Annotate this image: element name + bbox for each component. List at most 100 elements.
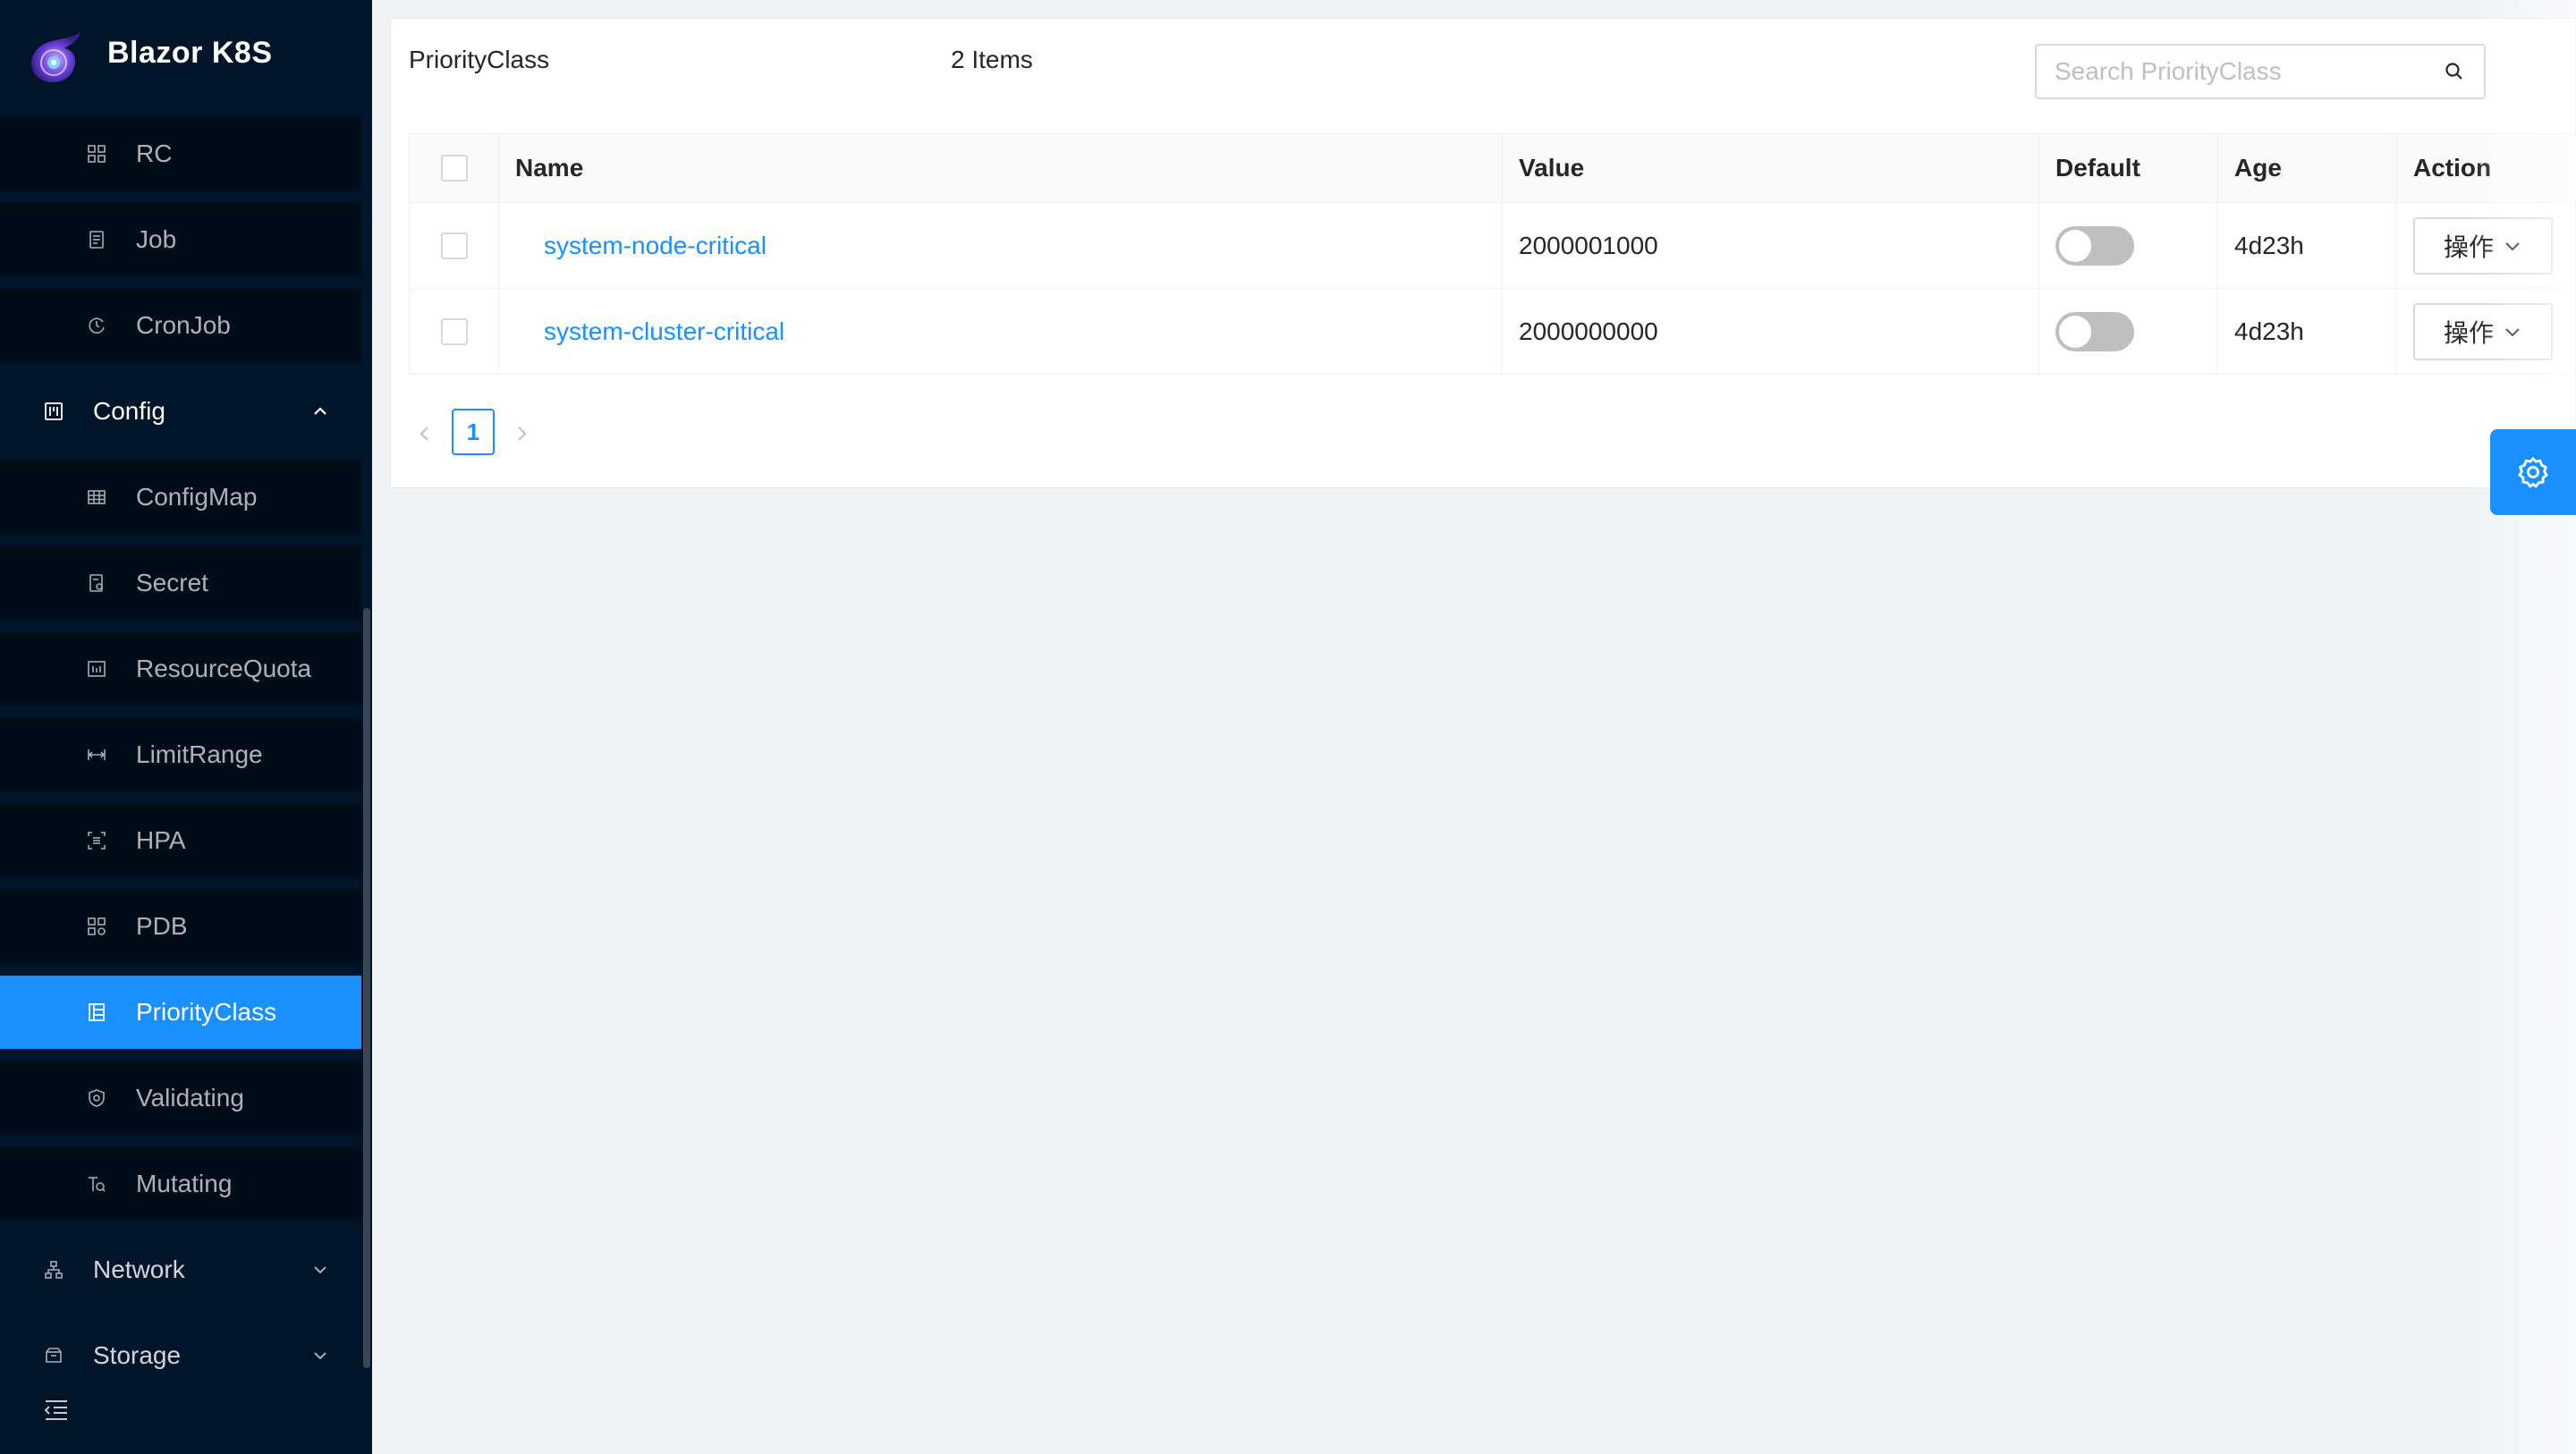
sidebar: Blazor K8S RC Job CronJob Config ConfigM… [0,0,372,1454]
mutate-icon [86,1173,107,1195]
column-header-age[interactable]: Age [2218,134,2397,202]
sidebar-item-pdb[interactable]: PDB [0,890,361,963]
sidebar-item-label: PriorityClass [136,998,277,1026]
clock-icon [86,315,107,336]
row-checkbox-cell [410,203,499,288]
chevron-left-icon[interactable] [412,421,437,446]
priorityclass-table: Name Value Default Age Action system-nod… [409,133,2576,375]
sidebar-item-priorityclass[interactable]: PriorityClass [0,976,361,1049]
default-cell [2039,203,2218,288]
sidebar-item-label: LimitRange [136,740,263,768]
column-header-action: Action [2413,154,2492,182]
column-header-default[interactable]: Default [2039,134,2218,202]
settings-button[interactable] [2490,429,2576,515]
priorityclass-link[interactable]: system-cluster-critical [515,317,784,346]
brand[interactable]: Blazor K8S [0,0,372,114]
column-header-name[interactable]: Name [499,134,1503,202]
age-cell: 4d23h [2218,289,2397,374]
scale-icon [86,830,107,851]
range-icon [86,744,107,765]
sidebar-item-validating[interactable]: Validating [0,1061,361,1135]
sidebar-item-rc[interactable]: RC [0,117,361,190]
page-button-current[interactable]: 1 [452,409,495,455]
sidebar-item-label: Storage [93,1341,182,1369]
page-title: PriorityClass [409,46,550,73]
sidebar-item-label: Network [93,1255,185,1283]
name-cell: system-cluster-critical [499,289,1503,374]
cluster-icon [86,143,107,165]
table-row: system-node-critical 2000001000 4d23h 操作 [410,203,2576,289]
blazor-logo-icon [31,32,80,83]
sidebar-group-storage[interactable]: Storage [0,1319,361,1392]
age-cell: 4d23h [2218,203,2397,288]
default-toggle[interactable] [2055,225,2134,266]
sidebar-item-label: HPA [136,826,186,854]
sidebar-item-label: Validating [136,1084,244,1112]
priorityclass-card: PriorityClass 2 Items Name Value Default… [390,18,2576,488]
table-icon [86,486,107,508]
sidebar-item-mutating[interactable]: Mutating [0,1147,361,1221]
row-checkbox-cell [410,289,499,374]
action-cell: 操作 [2397,203,2576,288]
action-label: 操作 [2443,318,2494,347]
action-cell: 操作 [2397,289,2576,374]
sidebar-group-network[interactable]: Network [0,1233,361,1306]
value-cell: 2000001000 [1503,203,2039,288]
action-dropdown-button[interactable]: 操作 [2413,302,2553,360]
row-checkbox[interactable] [440,232,468,259]
name-cell: system-node-critical [499,203,1503,288]
item-count: 2 Items [951,46,1033,73]
sidebar-item-label: ResourceQuota [136,655,312,682]
column-header-value[interactable]: Value [1503,134,2039,202]
chevron-down-icon [2505,327,2520,336]
sidebar-item-label: CronJob [136,311,231,339]
brand-title: Blazor K8S [107,36,273,70]
sidebar-group-config[interactable]: Config [0,375,361,448]
sidebar-item-label: ConfigMap [136,483,258,511]
row-checkbox[interactable] [440,317,468,345]
default-cell [2039,289,2218,374]
secret-file-icon [86,572,107,594]
network-icon [43,1259,64,1281]
chevron-down-icon [314,1352,326,1360]
sidebar-item-label: Job [136,225,177,253]
table-row: system-cluster-critical 2000000000 4d23h… [410,289,2576,375]
search-box[interactable] [2035,44,2486,99]
default-toggle[interactable] [2055,311,2134,351]
sidebar-item-hpa[interactable]: HPA [0,804,361,877]
toggle-knob [2059,315,2091,348]
gear-icon [2518,456,2548,488]
chevron-up-icon [314,407,326,415]
config-icon [43,401,64,422]
sidebar-item-configmap[interactable]: ConfigMap [0,461,361,534]
sidebar-item-label: Secret [136,569,208,596]
toggle-knob [2059,229,2091,262]
search-input[interactable] [2055,53,2430,90]
select-all-checkbox[interactable] [440,155,468,182]
pdb-icon [86,916,107,937]
value-cell: 2000000000 [1503,289,2039,374]
priorityclass-link[interactable]: system-node-critical [515,232,767,260]
shield-icon [86,1087,107,1109]
search-icon[interactable] [2443,60,2466,83]
sidebar-item-secret[interactable]: Secret [0,546,361,620]
storage-icon [43,1345,64,1366]
menu-fold-icon[interactable] [43,1397,70,1424]
chevron-down-icon [2505,241,2520,250]
priority-icon [86,1002,107,1023]
chevron-down-icon [314,1266,326,1274]
sidebar-item-resourcequota[interactable]: ResourceQuota [0,632,361,706]
header-checkbox-cell [410,134,499,202]
sidebar-scrollbar-thumb[interactable] [363,608,370,1368]
action-dropdown-button[interactable]: 操作 [2413,216,2553,275]
sidebar-item-limitrange[interactable]: LimitRange [0,718,361,791]
sidebar-item-label: RC [136,139,173,167]
sidebar-item-cronjob[interactable]: CronJob [0,289,361,362]
sidebar-item-job[interactable]: Job [0,203,361,276]
sidebar-item-label: Mutating [136,1170,233,1197]
chevron-right-icon[interactable] [509,421,534,446]
table-header-row: Name Value Default Age Action [410,133,2576,203]
sidebar-item-label: PDB [136,912,188,940]
action-label: 操作 [2443,232,2494,261]
quota-icon [86,658,107,680]
